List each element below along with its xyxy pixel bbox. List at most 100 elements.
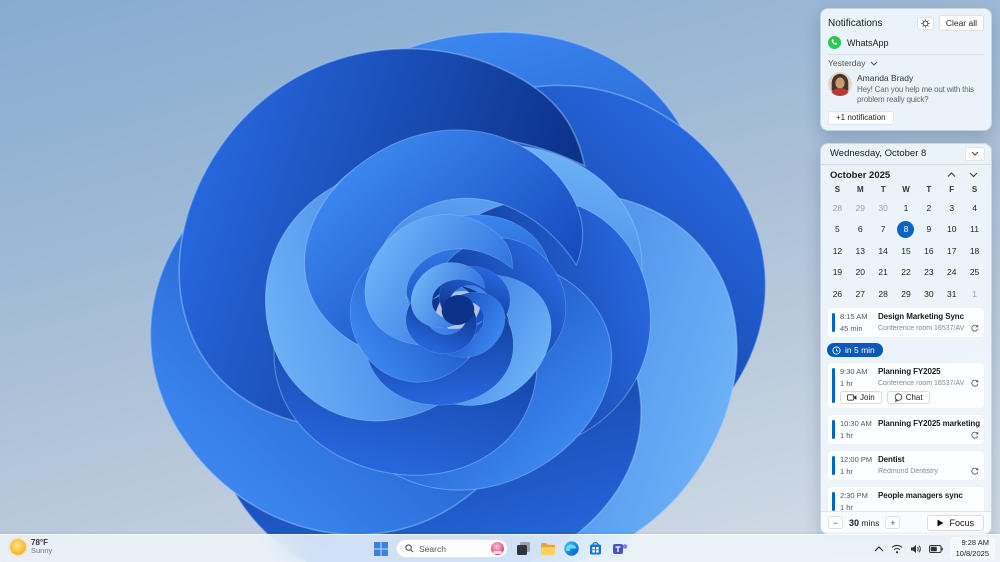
start-button[interactable]	[372, 540, 389, 557]
volume-icon[interactable]	[910, 544, 922, 554]
calendar-day[interactable]: 19	[826, 261, 849, 283]
chevron-down-icon[interactable]	[969, 172, 978, 178]
reminder-label: in 5 min	[845, 345, 875, 356]
weekday-label: T	[880, 184, 886, 194]
calendar-day[interactable]: 1	[963, 283, 986, 305]
taskbar: 78°F Sunny Search 9:28 AM 10/8/2025	[0, 534, 1000, 562]
join-button[interactable]: Join	[840, 391, 882, 405]
notification-settings-button[interactable]	[916, 16, 934, 30]
agenda-event[interactable]: 12:00 PM Dentist 1 hr Redmond Dentistry	[827, 450, 985, 482]
sun-icon	[10, 538, 26, 555]
calendar-day[interactable]: 12	[826, 240, 849, 262]
calendar-week-row: 28 29 30 1 2 3 4	[826, 197, 986, 219]
event-title: Dentist	[878, 455, 905, 465]
calendar-day[interactable]: 23	[917, 261, 940, 283]
agenda-event[interactable]: 8:15 AM Design Marketing Sync 45 min Confer…	[827, 307, 985, 339]
notification-group[interactable]: Yesterday	[828, 58, 984, 68]
search-placeholder: Search	[419, 543, 446, 554]
calendar-day[interactable]: 11	[963, 218, 986, 240]
calendar-panel: Wednesday, October 8 October 2025 S M T W T F…	[820, 142, 992, 535]
calendar-day[interactable]: 30	[872, 197, 895, 219]
file-explorer-button[interactable]	[539, 540, 556, 557]
search-input[interactable]: Search	[396, 539, 508, 558]
edge-button[interactable]	[563, 540, 580, 557]
agenda-event[interactable]: 2:30 PM People managers sync 1 hr	[827, 486, 985, 511]
calendar-week-row: 19 20 21 22 23 24 25	[826, 261, 986, 283]
notifications-title: Notifications	[828, 17, 883, 29]
agenda-event[interactable]: 10:30 AM Planning FY2025 marketing 1 hr	[827, 414, 985, 446]
calendar-day[interactable]: 5	[826, 218, 849, 240]
agenda-list: 8:15 AM Design Marketing Sync 45 min Confer…	[821, 304, 991, 511]
reminder-pill[interactable]: in 5 min	[827, 343, 883, 358]
calendar-day[interactable]: 17	[940, 240, 963, 262]
group-label: Yesterday	[828, 58, 866, 68]
notification-message[interactable]: Amanda Brady Hey! Can you help me out wi…	[828, 72, 984, 106]
calendar-day[interactable]: 28	[826, 197, 849, 219]
collapse-calendar-button[interactable]	[965, 146, 985, 161]
calendar-day[interactable]: 25	[963, 261, 986, 283]
focus-button[interactable]: Focus	[927, 514, 984, 531]
desktop: Notifications Clear all WhatsApp Yesterd…	[0, 0, 1000, 562]
calendar-day[interactable]: 20	[849, 261, 872, 283]
calendar-day[interactable]: 26	[826, 283, 849, 305]
calendar-day[interactable]: 29	[895, 283, 918, 305]
event-duration: 1 hr	[840, 379, 853, 389]
calendar-day[interactable]: 21	[872, 261, 895, 283]
weekday-label: S	[971, 184, 978, 194]
chevron-up-icon[interactable]	[947, 172, 956, 178]
calendar-day[interactable]: 6	[849, 218, 872, 240]
calendar-day[interactable]: 15	[895, 240, 918, 262]
calendar-day[interactable]: 10	[940, 218, 963, 240]
event-time: 2:30 PM	[840, 491, 868, 501]
weekday-label: S	[834, 184, 841, 194]
recurring-icon	[971, 432, 979, 439]
calendar-day[interactable]: 9	[917, 218, 940, 240]
calendar-day[interactable]: 22	[895, 261, 918, 283]
event-time: 10:30 AM	[840, 419, 872, 429]
calendar-day[interactable]: 18	[963, 240, 986, 262]
event-title: Planning FY2025	[878, 367, 941, 377]
task-view-icon	[517, 542, 530, 555]
event-duration: 1 hr	[840, 503, 853, 511]
calendar-day[interactable]: 29	[849, 197, 872, 219]
calendar-day[interactable]: 1	[895, 197, 918, 219]
calendar-day[interactable]: 4	[963, 197, 986, 219]
decrease-duration-button[interactable]: −	[828, 516, 843, 530]
battery-icon[interactable]	[928, 544, 943, 553]
weather-condition: Sunny	[31, 546, 53, 556]
calendar-day[interactable]: 13	[849, 240, 872, 262]
notifications-panel: Notifications Clear all WhatsApp Yesterd…	[820, 8, 992, 131]
calendar-day[interactable]: 27	[849, 283, 872, 305]
calendar-day[interactable]: 30	[917, 283, 940, 305]
sender-name: Amanda Brady	[857, 73, 914, 83]
weather-widget[interactable]: 78°F Sunny	[10, 538, 52, 556]
calendar-day[interactable]: 24	[940, 261, 963, 283]
calendar-day[interactable]: 7	[872, 218, 895, 240]
calendar-day[interactable]: 2	[917, 197, 940, 219]
calendar-day[interactable]: 31	[940, 283, 963, 305]
whatsapp-icon	[828, 36, 841, 49]
windows-logo-icon	[373, 541, 388, 556]
event-title: People managers sync	[878, 491, 963, 501]
teams-button[interactable]	[611, 540, 628, 557]
calendar-day[interactable]: 28	[872, 283, 895, 305]
folder-icon	[540, 542, 555, 555]
event-title: Design Marketing Sync	[878, 312, 964, 322]
store-button[interactable]	[587, 540, 604, 557]
agenda-event[interactable]: 9:30 AM Planning FY2025 1 hr Conference roo…	[827, 362, 985, 410]
clear-all-button[interactable]: Clear all	[938, 15, 984, 31]
event-duration: 1 hr	[840, 431, 853, 441]
clock-widget[interactable]: 9:28 AM 10/8/2025	[949, 537, 995, 560]
calendar-day[interactable]: 16	[917, 240, 940, 262]
event-duration: 1 hr	[840, 467, 853, 477]
calendar-day[interactable]: 3	[940, 197, 963, 219]
chat-button[interactable]: Chat	[886, 391, 930, 405]
recurring-icon	[971, 325, 979, 332]
increase-duration-button[interactable]: +	[885, 516, 901, 530]
task-view-button[interactable]	[515, 540, 532, 557]
calendar-day[interactable]: 14	[872, 240, 895, 262]
hidden-icons-chevron[interactable]	[874, 545, 884, 552]
calendar-day-selected[interactable]: 8	[895, 218, 918, 240]
wifi-icon[interactable]	[891, 544, 903, 554]
more-notifications-button[interactable]: +1 notification	[828, 110, 894, 125]
